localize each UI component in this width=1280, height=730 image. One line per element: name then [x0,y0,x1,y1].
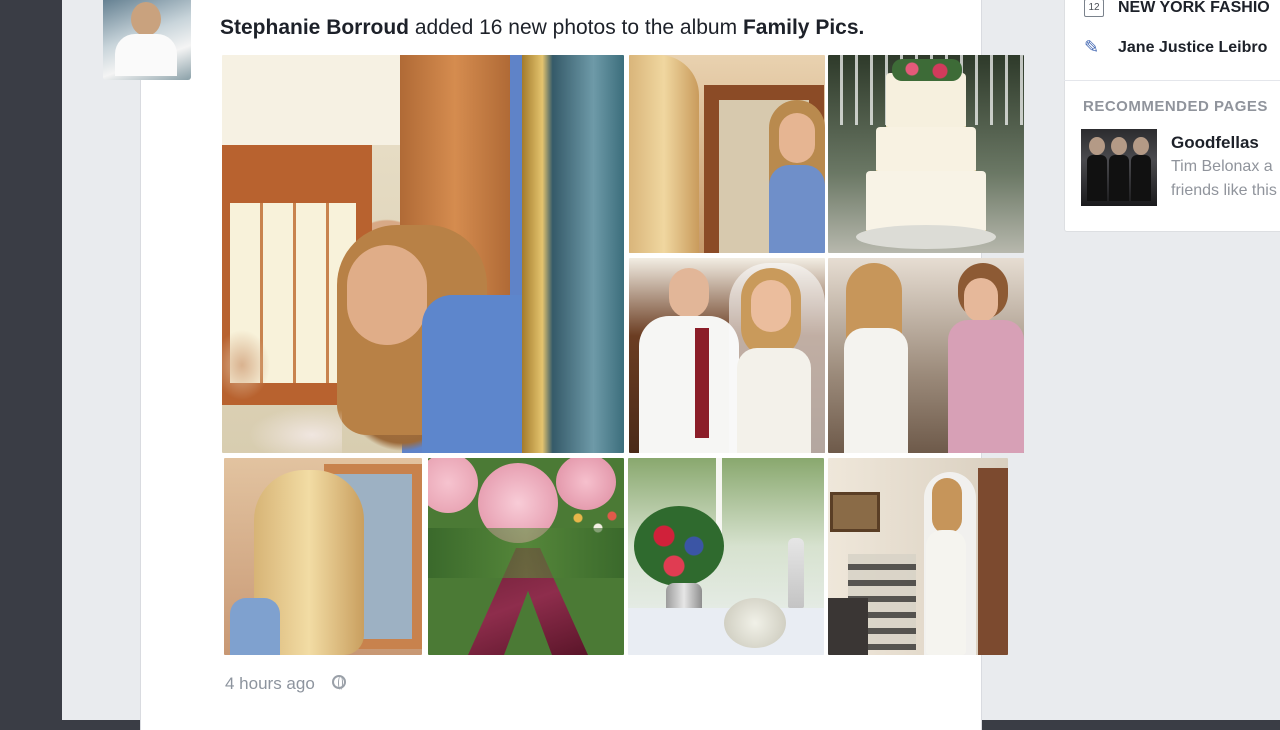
rose-3 [556,458,616,510]
author-name-link[interactable]: Stephanie Borroud [220,16,409,39]
blue-shirt [230,598,280,655]
goodfellas-thumbnail[interactable] [1081,129,1157,206]
sidebar-divider [1064,80,1280,81]
cake-flowers [892,59,962,81]
recommended-page-social-line1: Tim Belonax a [1171,158,1273,175]
story-action-text: added 16 new photos to the album [414,16,738,39]
girl2-shirt [769,165,825,253]
photo-grid [222,55,1024,655]
photo-girl-leaning-in-doorway[interactable] [222,55,624,453]
photo-bride-hair-mirror[interactable] [224,458,422,655]
actor-face-3 [1133,137,1149,155]
friend-name[interactable]: Jane Justice Leibro [1118,39,1267,57]
bride-dress-2 [844,328,908,453]
avatar-face [131,2,161,36]
recommended-page-social-line2: friends like this [1171,182,1277,199]
father-head [669,268,709,318]
photo-girls-with-makeup[interactable] [629,55,825,253]
bride-face [751,280,791,332]
event-title[interactable]: NEW YORK FASHIO [1118,0,1270,17]
wood-door-2 [978,468,1008,655]
actor-suit-2 [1109,155,1129,201]
photo-pink-roses-bouquet[interactable] [428,458,624,655]
mother-face [964,278,998,322]
avatar-shirt [115,34,177,76]
photo-table-centerpiece-flowers[interactable] [628,458,824,655]
cake-tier-top [886,73,966,130]
father-tie [695,328,709,438]
album-name-link[interactable]: Family Pics. [743,16,864,39]
bride-dress [737,348,811,453]
leaves [428,528,624,578]
girl1-hair [629,55,699,253]
post-timestamp[interactable]: 4 hours ago [225,674,315,694]
actor-face-1 [1089,137,1105,155]
globe-icon[interactable] [332,675,346,690]
flower-arrangement [634,506,724,586]
recommended-page-title[interactable]: Goodfellas [1171,133,1259,153]
actor-suit-1 [1087,155,1107,201]
photo-wedding-cake[interactable] [828,55,1024,253]
girl2-face [779,113,815,163]
cake-tier-middle [876,127,976,174]
gold-mirror [522,55,624,453]
girl-in-background [222,325,342,453]
photo-bride-with-father[interactable] [629,258,825,453]
actor-suit-3 [1131,155,1151,201]
mother-dress [948,320,1024,453]
author-avatar[interactable] [103,0,191,80]
candle-holder [724,598,786,648]
wall-art-frame [830,492,880,532]
rose-1 [428,458,478,513]
feather-icon: ✎ [1084,37,1100,57]
recommended-pages-heading: RECOMMENDED PAGES [1083,98,1268,115]
dark-chair [828,598,868,655]
actor-face-2 [1111,137,1127,155]
story-headline: Stephanie Borroud added 16 new photos to… [220,16,864,40]
photo-bride-in-gown-room[interactable] [828,458,1008,655]
cake-plate [856,225,996,249]
father-shirt [639,316,739,453]
bride-gown-3 [926,530,966,655]
bride-hair-3 [932,478,962,534]
girl-face [347,245,427,345]
champagne-glass [788,538,804,608]
photo-bride-holding-hands-with-mother[interactable] [828,258,1024,453]
calendar-icon: 12 [1084,0,1104,17]
